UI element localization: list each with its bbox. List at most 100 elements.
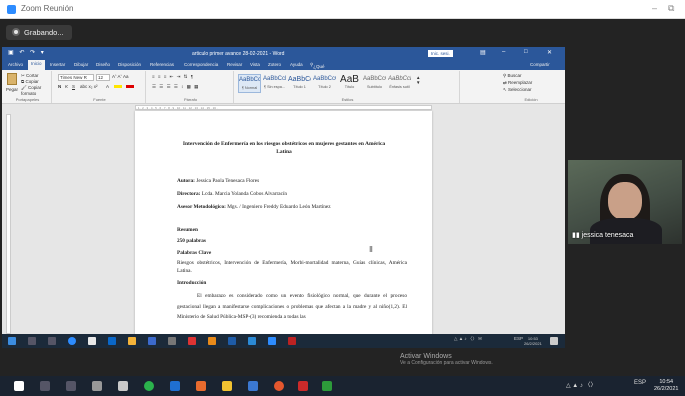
font-size-box[interactable]: 12 — [96, 74, 110, 81]
firefox-taskbar-icon[interactable] — [208, 337, 216, 345]
font-color-icon[interactable] — [126, 85, 134, 88]
tray-icons[interactable]: △ ▲ ♪ 〈〉 ✉ — [454, 336, 482, 342]
style-no-spacing[interactable]: AaBbCcDc ¶ Sin espa... — [263, 74, 286, 93]
calendar-taskbar-icon[interactable] — [148, 337, 156, 345]
app-icon[interactable] — [298, 381, 308, 391]
tab-dibujar[interactable]: Dibujar — [74, 62, 88, 67]
search-icon[interactable] — [28, 337, 36, 345]
store-taskbar-icon[interactable] — [108, 337, 116, 345]
word-maximize-icon[interactable]: □ — [524, 49, 528, 55]
participant-video[interactable]: ▮▮ jessica tenesaca — [568, 160, 682, 244]
format-painter-button[interactable]: 🖌 Copiar formato — [21, 85, 51, 96]
alignment-icons[interactable]: ☰ ☰ ☰ ☰ ↕ ▩ ▦ — [152, 84, 199, 90]
chrome-taskbar-icon[interactable] — [88, 337, 96, 345]
explorer-taskbar-icon[interactable] — [128, 337, 136, 345]
inner-clock[interactable]: 10:53 26/2/2021 — [524, 336, 542, 346]
style-name: ¶ Sin espa... — [263, 85, 286, 89]
styles-group: AaBbCcDc¶ Normal AaBbCcDc¶ Sin espa... A… — [236, 71, 460, 103]
app2-icon[interactable] — [322, 381, 332, 391]
start-icon[interactable] — [14, 381, 24, 391]
tab-vista[interactable]: Vista — [250, 62, 260, 67]
photos-taskbar-icon[interactable] — [248, 337, 256, 345]
style-subtitle[interactable]: AaBbCcC Subtítulo — [363, 74, 386, 93]
record-icon — [12, 28, 20, 36]
chrome-icon[interactable] — [274, 381, 284, 391]
notification-icon[interactable] — [550, 337, 558, 345]
tab-revisar[interactable]: Revisar — [227, 62, 242, 67]
signin-button[interactable]: Inic. sesi. — [428, 50, 453, 57]
tab-diseno[interactable]: Diseño — [96, 62, 110, 67]
minimize-icon[interactable]: – — [652, 3, 657, 13]
word-taskbar-icon[interactable] — [228, 337, 236, 345]
highlight-icon[interactable] — [114, 85, 122, 88]
underline-icon[interactable]: S — [72, 84, 75, 89]
pdf-taskbar-icon[interactable] — [288, 337, 296, 345]
cut-label: Cortar — [26, 73, 39, 78]
copy-button[interactable]: ⧉ Copiar — [21, 79, 39, 84]
word-icon[interactable] — [248, 381, 258, 391]
vertical-ruler[interactable] — [6, 114, 11, 334]
style-subtle-emphasis[interactable]: AaBbCcDc Énfasis sutil — [388, 74, 411, 93]
explorer-icon[interactable] — [222, 381, 232, 391]
style-heading-1[interactable]: AaBbCc Título 1 — [288, 74, 311, 93]
list-icons[interactable]: ≡ ≡ ≡ ⇤ ⇥ ⇅ ¶ — [152, 74, 194, 80]
style-normal[interactable]: AaBbCcDc ¶ Normal — [238, 74, 261, 93]
outer-clock[interactable]: 10:54 26/2/2021 — [654, 379, 678, 393]
outer-time: 10:54 — [659, 379, 674, 385]
word-close-icon[interactable]: ✕ — [547, 49, 552, 56]
task-view-icon[interactable] — [48, 337, 56, 345]
tab-referencias[interactable]: Referencias — [150, 62, 174, 67]
subscript-superscript-icons[interactable]: abc x₂ x² — [80, 84, 98, 89]
edge-icon[interactable] — [170, 381, 180, 391]
paragraph-group: ≡ ≡ ≡ ⇤ ⇥ ⇅ ¶ ☰ ☰ ☰ ☰ ↕ ▩ ▦ Párrafo — [148, 71, 234, 103]
find-button[interactable]: ⚲ Buscar — [503, 73, 522, 79]
outer-language[interactable]: ESP — [634, 380, 646, 386]
text-effects-icon[interactable]: A — [106, 84, 109, 89]
paste-button[interactable]: Pegar — [6, 87, 18, 92]
calculator-taskbar-icon[interactable] — [168, 337, 176, 345]
style-heading-2[interactable]: AaBbCcC Título 2 — [313, 74, 336, 93]
tab-archivo[interactable]: Archivo — [8, 62, 23, 67]
tell-me-search[interactable]: ⚲ ¿Qué desea hacer? — [310, 62, 327, 79]
store-icon[interactable] — [118, 381, 128, 391]
recording-indicator[interactable]: Grabando... — [6, 25, 72, 40]
font-name-box[interactable]: Times New R — [58, 74, 94, 81]
tab-zotero[interactable]: Zotero — [268, 62, 281, 67]
grow-font-icon[interactable]: Aˆ Aˇ Aa — [112, 74, 129, 79]
whatsapp-icon[interactable] — [144, 381, 154, 391]
tray-icons[interactable]: △ ▲ ♪ 〈〉 — [566, 380, 597, 389]
tab-disposicion[interactable]: Disposición — [118, 62, 141, 67]
horizontal-ruler[interactable]: · 1 · 2 · 3 · 4 · 5 · 6 · 7 · 8 · 9 · 10… — [2, 104, 565, 111]
inner-language[interactable]: ESP — [514, 336, 523, 341]
copy-label: Copiar — [25, 79, 39, 84]
restore-icon[interactable]: ⧉ — [668, 3, 674, 14]
style-name: Subtítulo — [367, 85, 382, 89]
task-view-icon[interactable] — [66, 381, 76, 391]
zoom2-taskbar-icon[interactable] — [268, 337, 276, 345]
document-page[interactable]: Intervención de Enfermería en los riesgo… — [135, 111, 432, 341]
tab-correspondencia[interactable]: Correspondencia — [184, 62, 218, 67]
firefox-icon[interactable] — [196, 381, 206, 391]
settings-icon[interactable] — [92, 381, 102, 391]
word-minimize-icon[interactable]: – — [502, 49, 505, 55]
start-icon[interactable] — [8, 337, 16, 345]
bold-icon[interactable]: N — [58, 84, 61, 89]
activation-subtitle: Ve a Configuración para activar Windows. — [400, 360, 493, 366]
quick-access-toolbar[interactable]: ▣ ↶ ↷ ▾ — [8, 49, 46, 56]
paste-icon[interactable] — [7, 73, 17, 85]
share-button[interactable]: Compartir — [530, 62, 550, 67]
search-icon[interactable] — [40, 381, 50, 391]
style-name: Título 2 — [318, 85, 331, 89]
ribbon-display-icon[interactable]: ▤ — [480, 49, 486, 56]
style-title[interactable]: AaB Título — [338, 74, 361, 93]
italic-icon[interactable]: K — [65, 84, 68, 89]
tab-ayuda[interactable]: Ayuda — [290, 62, 303, 67]
select-button[interactable]: ↖ Seleccionar — [503, 87, 532, 93]
replace-button[interactable]: ⇄ Reemplazar — [503, 80, 532, 86]
zoom-taskbar-icon[interactable] — [68, 337, 76, 345]
app-taskbar-icon[interactable] — [188, 337, 196, 345]
tab-insertar[interactable]: Insertar — [50, 62, 65, 67]
styles-scroll-icon[interactable]: ▲ ▼ — [416, 75, 420, 85]
tab-inicio[interactable]: Inicio — [28, 60, 45, 70]
advisor-label: Asesor Metodológico: — [177, 204, 226, 210]
